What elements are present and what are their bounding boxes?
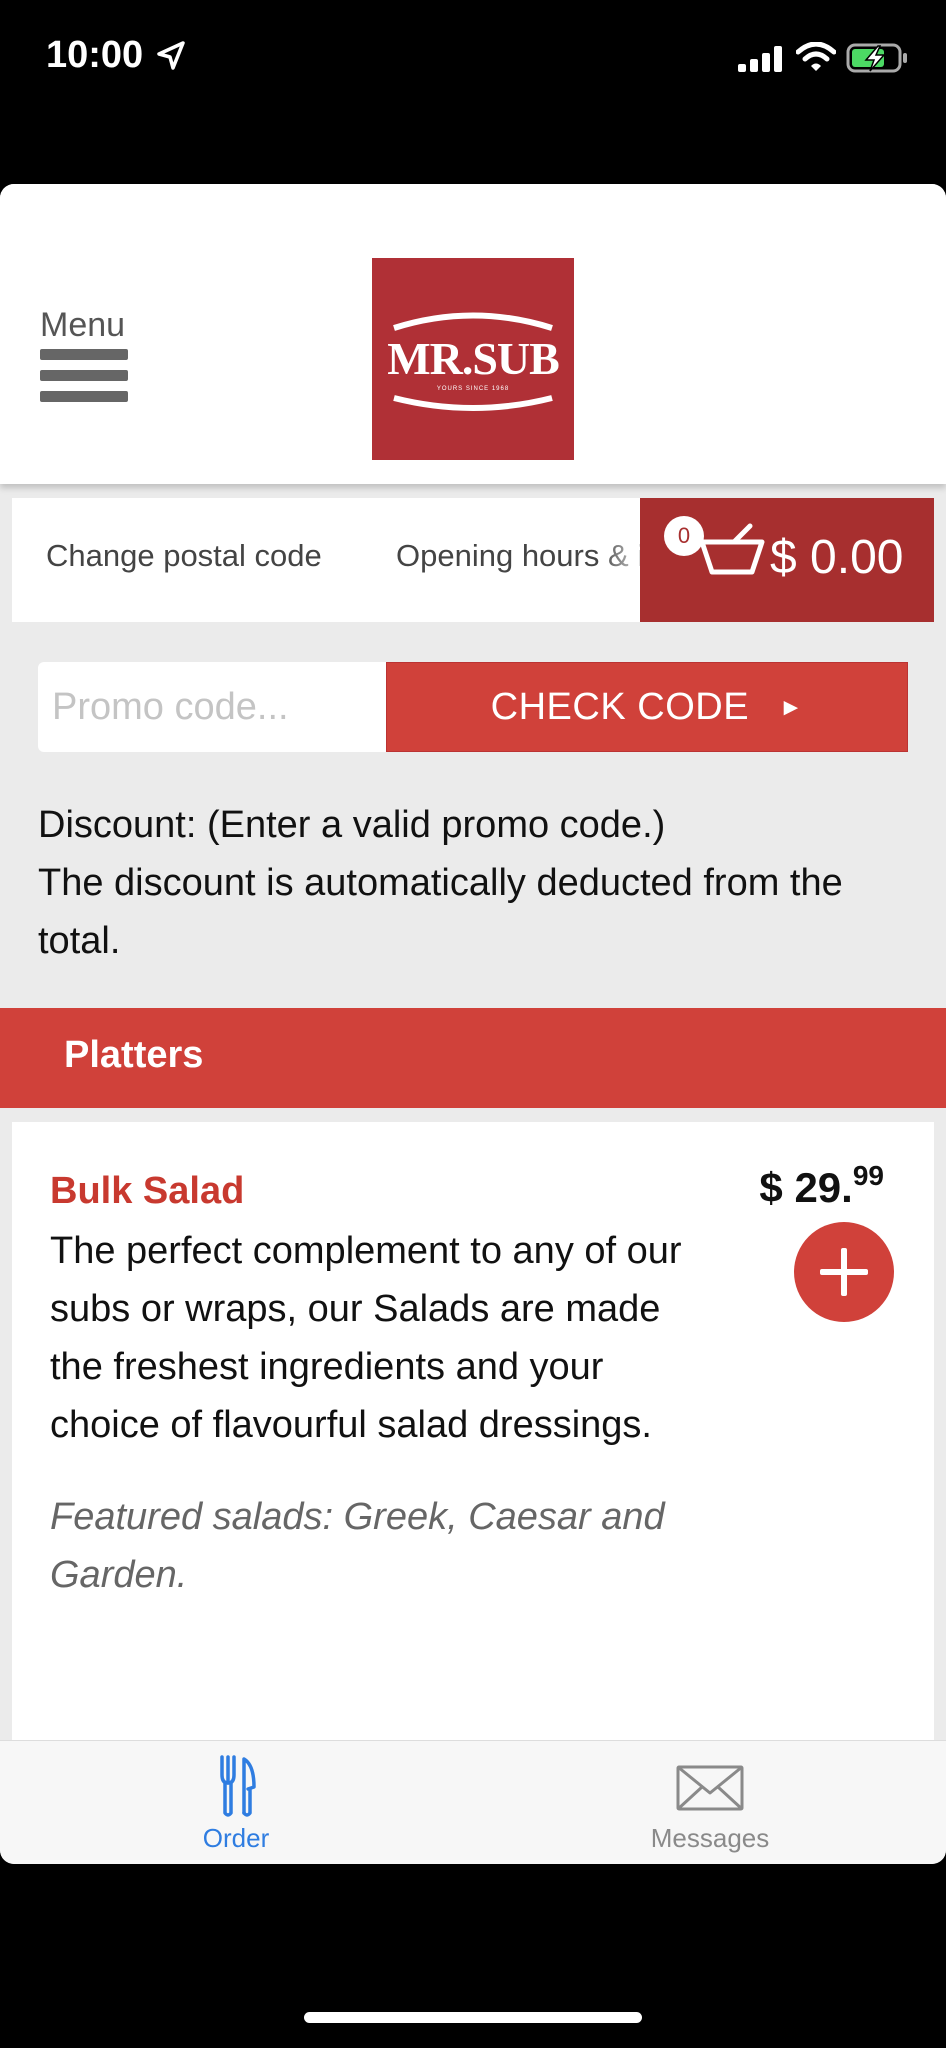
menu-button[interactable]: Menu: [40, 306, 132, 412]
home-indicator[interactable]: [304, 2012, 642, 2023]
wifi-icon: [796, 42, 836, 71]
cart-button[interactable]: 0 $ 0.00: [640, 498, 934, 622]
cart-count-badge: 0: [664, 516, 704, 556]
product-name: Bulk Salad: [50, 1170, 245, 1212]
tab-messages[interactable]: Messages: [610, 1741, 810, 1864]
category-header-platters[interactable]: Platters: [0, 1008, 946, 1108]
envelope-icon: [676, 1765, 744, 1811]
price-cents: 99: [852, 1160, 884, 1191]
check-code-label: CHECK CODE: [490, 685, 750, 728]
logo-text: MR.SUB: [387, 333, 560, 384]
app-window: Menu MR.SUB YOURS SINCE 1968 Change post…: [0, 184, 946, 1864]
logo-tagline: YOURS SINCE 1968: [436, 386, 510, 392]
battery-charging-icon: [846, 43, 907, 73]
price-main: $ 29.: [759, 1164, 853, 1211]
tab-order-label: Order: [202, 1823, 270, 1853]
tab-messages-label: Messages: [650, 1823, 770, 1853]
status-bar: 10:00: [0, 0, 946, 120]
category-title: Platters: [64, 1034, 204, 1076]
product-card[interactable]: Bulk Salad $ 29.99 The perfect complemen…: [12, 1122, 934, 1742]
play-arrow-icon: ►: [779, 694, 804, 722]
cellular-signal-icon: [738, 46, 782, 72]
fork-knife-icon: [220, 1755, 256, 1817]
hamburger-icon: [40, 349, 132, 402]
change-postal-code-link[interactable]: Change postal code: [46, 538, 322, 574]
tab-order[interactable]: Order: [136, 1741, 336, 1864]
location-arrow-icon: [157, 41, 185, 70]
menu-label: Menu: [40, 306, 126, 344]
status-time: 10:00: [46, 34, 144, 76]
opening-hours-link[interactable]: Opening hours & info: [396, 538, 652, 574]
add-to-cart-button[interactable]: [794, 1222, 894, 1322]
check-code-button[interactable]: CHECK CODE ►: [386, 662, 908, 752]
app-header: Menu MR.SUB YOURS SINCE 1968: [0, 184, 946, 484]
discount-info: Discount: (Enter a valid promo code.) Th…: [38, 796, 918, 970]
basket-icon: [699, 523, 765, 575]
product-featured: Featured salads: Greek, Caesar and Garde…: [50, 1496, 665, 1596]
product-price: $ 29.99: [759, 1160, 884, 1212]
action-row: Change postal code Opening hours & info …: [12, 498, 934, 622]
product-description: The perfect complement to any of our sub…: [50, 1230, 682, 1446]
plus-icon: [820, 1248, 868, 1296]
discount-note: The discount is automatically deducted f…: [38, 862, 843, 962]
discount-status: Discount: (Enter a valid promo code.): [38, 804, 666, 846]
mrsub-logo: MR.SUB YOURS SINCE 1968: [372, 258, 574, 460]
promo-code-input[interactable]: [38, 662, 386, 752]
cart-total: $ 0.00: [770, 531, 904, 584]
bottom-tab-bar: Order Messages: [0, 1740, 946, 1864]
